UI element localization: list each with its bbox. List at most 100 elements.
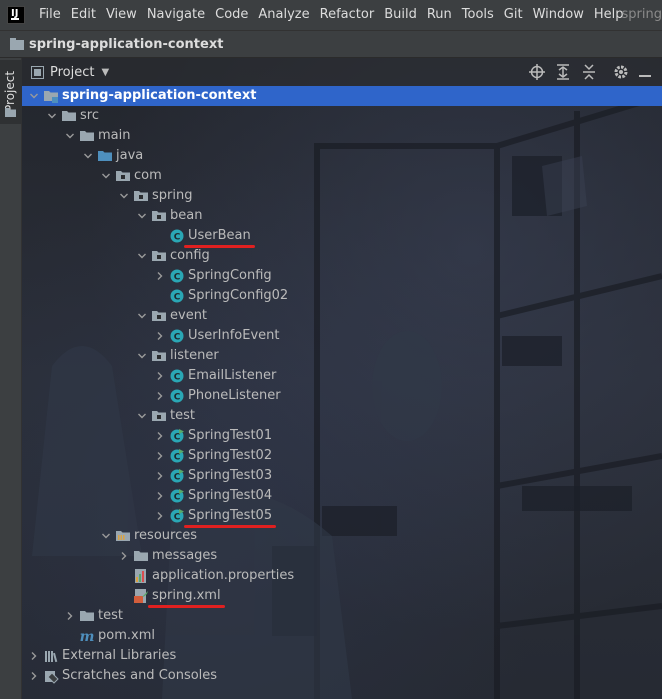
source-folder-icon xyxy=(97,148,113,164)
chevron-down-icon[interactable] xyxy=(136,406,148,426)
tree-node-label: UserBean xyxy=(188,228,251,243)
chevron-down-icon[interactable] xyxy=(82,146,94,166)
menu-file[interactable]: File xyxy=(35,0,67,30)
menu-refactor[interactable]: Refactor xyxy=(316,0,381,30)
tree-node[interactable]: spring xyxy=(22,186,662,206)
runnable-class-icon: C xyxy=(169,448,185,464)
tree-node[interactable]: spring-application-context xyxy=(22,86,662,106)
collapse-all-icon[interactable] xyxy=(580,63,598,81)
chevron-right-icon[interactable] xyxy=(154,426,166,446)
svg-text:C: C xyxy=(174,293,181,303)
panel-title[interactable]: Project xyxy=(50,65,94,80)
chevron-right-icon[interactable] xyxy=(118,546,130,566)
chevron-down-icon[interactable] xyxy=(28,86,40,106)
tree-node-label: EmailListener xyxy=(188,368,277,383)
tree-node[interactable]: C SpringTest04 xyxy=(22,486,662,506)
tree-node[interactable]: listener xyxy=(22,346,662,366)
tree-node-label: pom.xml xyxy=(98,628,155,643)
red-underline-annotation xyxy=(184,245,255,248)
tree-node[interactable]: test xyxy=(22,406,662,426)
project-panel: Project ▼ spring-application-context src m… xyxy=(22,58,662,699)
tree-node[interactable]: m pom.xml xyxy=(22,626,662,646)
package-icon xyxy=(151,348,167,364)
chevron-down-icon[interactable] xyxy=(136,206,148,226)
tree-node[interactable]: bean xyxy=(22,206,662,226)
chevron-right-icon[interactable] xyxy=(154,326,166,346)
tree-node[interactable]: test xyxy=(22,606,662,626)
tree-node[interactable]: C UserBean xyxy=(22,226,662,246)
tree-node[interactable]: C SpringTest05 xyxy=(22,506,662,526)
tree-node[interactable]: Scratches and Consoles xyxy=(22,666,662,686)
target-icon[interactable] xyxy=(528,63,546,81)
menu-git[interactable]: Git xyxy=(500,0,529,30)
menu-code[interactable]: Code xyxy=(211,0,254,30)
chevron-right-icon[interactable] xyxy=(28,646,40,666)
tree-node-label: listener xyxy=(170,348,219,363)
menu-analyze[interactable]: Analyze xyxy=(254,0,315,30)
tree-node[interactable]: C UserInfoEvent xyxy=(22,326,662,346)
tree-node[interactable]: C EmailListener xyxy=(22,366,662,386)
tree-node-label: messages xyxy=(152,548,218,563)
chevron-right-icon[interactable] xyxy=(154,466,166,486)
menu-navigate[interactable]: Navigate xyxy=(143,0,211,30)
tree-node[interactable]: C SpringTest03 xyxy=(22,466,662,486)
tree-node[interactable]: java xyxy=(22,146,662,166)
menu-edit[interactable]: Edit xyxy=(67,0,102,30)
chevron-down-icon[interactable] xyxy=(100,526,112,546)
menu-build[interactable]: Build xyxy=(380,0,423,30)
expand-all-icon[interactable] xyxy=(554,63,572,81)
tree-node[interactable]: event xyxy=(22,306,662,326)
breadcrumb-project[interactable]: spring-application-context xyxy=(29,37,223,52)
breadcrumb: spring-application-context xyxy=(0,30,662,58)
tree-node[interactable]: resources xyxy=(22,526,662,546)
tree-node[interactable]: C PhoneListener xyxy=(22,386,662,406)
svg-text:C: C xyxy=(174,473,181,483)
hide-panel-icon[interactable] xyxy=(636,63,654,81)
tree-node[interactable]: C SpringTest02 xyxy=(22,446,662,466)
tree-node-label: spring xyxy=(152,188,193,203)
tree-node[interactable]: src xyxy=(22,106,662,126)
tree-node[interactable]: com xyxy=(22,166,662,186)
chevron-down-icon[interactable]: ▼ xyxy=(101,67,109,78)
chevron-down-icon[interactable] xyxy=(118,186,130,206)
chevron-down-icon[interactable] xyxy=(136,246,148,266)
tree-node[interactable]: C SpringTest01 xyxy=(22,426,662,446)
chevron-down-icon[interactable] xyxy=(136,346,148,366)
chevron-right-icon[interactable] xyxy=(64,606,76,626)
tree-node[interactable]: External Libraries xyxy=(22,646,662,666)
tree-node[interactable]: messages xyxy=(22,546,662,566)
package-icon xyxy=(115,168,131,184)
chevron-right-icon[interactable] xyxy=(154,446,166,466)
package-icon xyxy=(151,308,167,324)
chevron-down-icon[interactable] xyxy=(136,306,148,326)
tree-node-label: spring-application-context xyxy=(62,88,257,103)
chevron-right-icon[interactable] xyxy=(154,266,166,286)
chevron-right-icon[interactable] xyxy=(28,666,40,686)
chevron-right-icon[interactable] xyxy=(154,366,166,386)
chevron-right-icon[interactable] xyxy=(154,386,166,406)
intellij-logo-icon[interactable]: IJ xyxy=(7,6,25,24)
menu-view[interactable]: View xyxy=(102,0,143,30)
window-title: spring xyxy=(621,7,662,22)
runnable-class-icon: C xyxy=(169,468,185,484)
chevron-down-icon[interactable] xyxy=(46,106,58,126)
tree-node[interactable]: application.properties xyxy=(22,566,662,586)
tree-node[interactable]: main xyxy=(22,126,662,146)
folder-icon xyxy=(133,548,149,564)
tree-node[interactable]: C SpringConfig xyxy=(22,266,662,286)
scratches-icon xyxy=(43,668,59,684)
chevron-right-icon[interactable] xyxy=(154,486,166,506)
menu-tools[interactable]: Tools xyxy=(458,0,500,30)
tree-node[interactable]: C SpringConfig02 xyxy=(22,286,662,306)
svg-text:C: C xyxy=(174,333,181,343)
menu-run[interactable]: Run xyxy=(423,0,458,30)
tree-node-label: spring.xml xyxy=(152,588,221,603)
tree-node[interactable]: spring.xml xyxy=(22,586,662,606)
gear-icon[interactable] xyxy=(612,63,630,81)
chevron-right-icon[interactable] xyxy=(154,506,166,526)
chevron-down-icon[interactable] xyxy=(100,166,112,186)
menu-window[interactable]: Window xyxy=(529,0,590,30)
tree-node[interactable]: config xyxy=(22,246,662,266)
svg-text:C: C xyxy=(174,273,181,283)
chevron-down-icon[interactable] xyxy=(64,126,76,146)
